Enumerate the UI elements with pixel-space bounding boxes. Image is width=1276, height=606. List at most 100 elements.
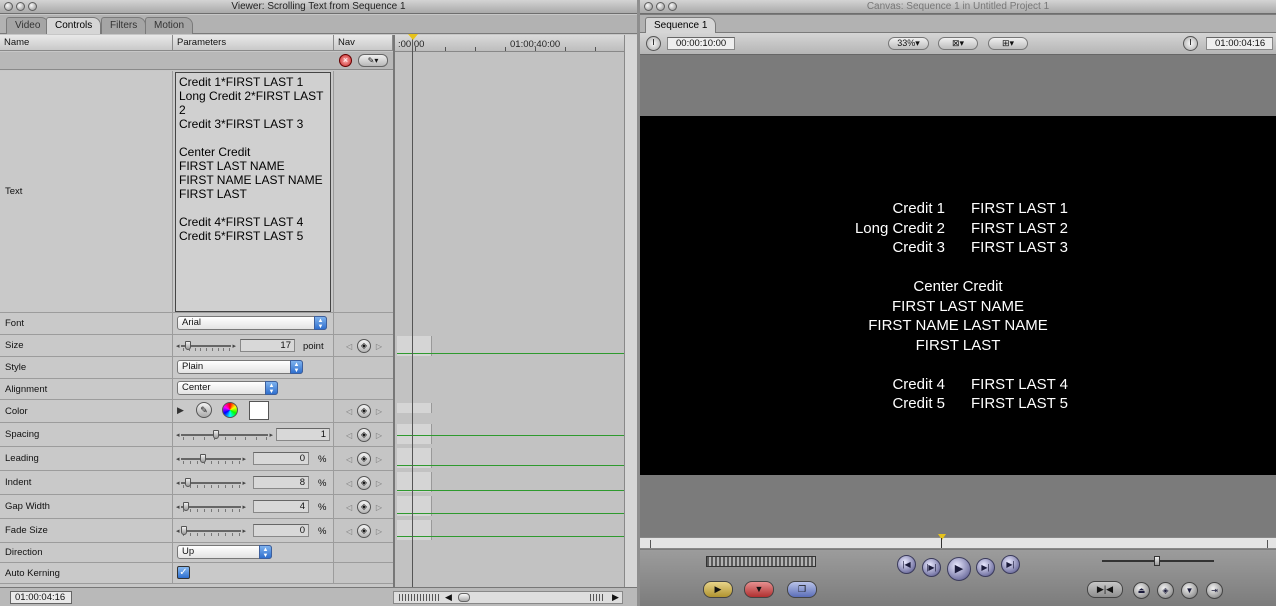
scroll-thumb[interactable]: [458, 593, 470, 602]
tab-sequence-1[interactable]: Sequence 1: [645, 17, 717, 33]
fade-size-slider[interactable]: ◂ ▸: [176, 526, 246, 536]
timeline-ruler[interactable]: :00:00 01:00:40:00: [395, 35, 626, 52]
playhead-marker-icon[interactable]: [408, 34, 418, 40]
text-line: Credit 3*FIRST LAST 3: [179, 117, 304, 131]
viewer-title: Viewer: Scrolling Text from Sequence 1: [231, 1, 406, 12]
canvas-scrubber-bar[interactable]: [640, 534, 1276, 549]
zoom-window-icon[interactable]: [28, 2, 37, 11]
spacing-field[interactable]: 1: [276, 428, 330, 441]
tab-video[interactable]: Video: [6, 17, 50, 34]
leading-keyframe-nav[interactable]: ◁ ◈ ▷: [346, 451, 382, 466]
match-frame-button[interactable]: ▶|◀: [1087, 581, 1123, 598]
play-in-to-out-icon[interactable]: |▶|: [922, 558, 941, 577]
disclosure-triangle-icon[interactable]: ▶: [177, 405, 184, 416]
center-credit-line: Center Credit: [913, 278, 1003, 295]
size-field[interactable]: 17: [240, 339, 295, 352]
size-unit: point: [303, 341, 324, 352]
zoom-control[interactable]: [590, 594, 604, 601]
fade-size-field[interactable]: 0: [253, 524, 309, 537]
font-select[interactable]: Arial ▲ ▼: [177, 316, 327, 330]
param-row-alignment: Alignment Center ▲ ▼: [0, 379, 393, 400]
param-row-fade-size: Fade Size ◂ ▸ 0 % ◁ ◈ ▷: [0, 519, 393, 543]
viewer-timecode-field[interactable]: 01:00:04:16: [10, 591, 72, 604]
canvas-playhead-icon[interactable]: [938, 534, 946, 540]
overwrite-edit-button[interactable]: ▼: [744, 581, 774, 598]
jog-control[interactable]: [1102, 556, 1214, 566]
column-header-parameters[interactable]: Parameters: [173, 35, 334, 51]
go-to-previous-edit-icon[interactable]: |◀: [897, 555, 916, 574]
credit-name: FIRST LAST 2: [971, 219, 1068, 237]
viewer-playhead[interactable]: [412, 35, 413, 587]
timeline-horizontal-scrollbar[interactable]: ◀ ▶: [393, 591, 623, 604]
view-select[interactable]: ⊠▾: [938, 37, 978, 50]
auto-kerning-checkbox[interactable]: ✓: [177, 566, 190, 579]
scroll-right-icon[interactable]: ▶: [612, 592, 619, 603]
indent-keyframe-nav[interactable]: ◁ ◈ ▷: [346, 475, 382, 490]
slider-thumb[interactable]: [185, 341, 192, 350]
minimize-window-icon[interactable]: [656, 2, 665, 11]
column-header-nav[interactable]: Nav: [334, 35, 393, 51]
text-field[interactable]: Credit 1*FIRST LAST 1 Long Credit 2*FIRST…: [175, 72, 331, 312]
minimize-window-icon[interactable]: [16, 2, 25, 11]
reset-icon[interactable]: ×: [339, 54, 352, 67]
style-select[interactable]: Plain ▲ ▼: [177, 360, 303, 374]
slider-thumb[interactable]: [181, 526, 187, 535]
keyframe-timeline[interactable]: :00:00 01:00:40:00: [393, 34, 626, 587]
gap-width-field[interactable]: 4: [253, 500, 309, 513]
scroll-left-icon[interactable]: ◀: [445, 592, 452, 603]
display-select[interactable]: ⊞▾: [988, 37, 1028, 50]
gap-width-slider[interactable]: ◂ ▸: [176, 502, 246, 512]
canvas-title-bar[interactable]: Canvas: Sequence 1 in Untitled Project 1: [640, 0, 1276, 14]
text-line: Credit 4*FIRST LAST 4: [179, 215, 304, 229]
add-marker-icon[interactable]: ▼: [1181, 582, 1198, 599]
duration-timecode-field[interactable]: 00:00:10:00: [667, 37, 735, 50]
size-keyframe-nav[interactable]: ◁ ◈ ▷: [346, 338, 382, 353]
color-keyframe-nav[interactable]: ◁ ◈ ▷: [346, 404, 382, 418]
fade-size-keyframe-nav[interactable]: ◁ ◈ ▷: [346, 523, 382, 538]
eyedropper-icon[interactable]: ✎: [196, 402, 212, 418]
slider-thumb[interactable]: [213, 430, 220, 439]
zoom-window-icon[interactable]: [668, 2, 677, 11]
shuttle-control[interactable]: [706, 556, 816, 567]
direction-select[interactable]: Up ▲ ▼: [177, 545, 272, 559]
viewer-vertical-scrollbar[interactable]: [624, 35, 637, 587]
zoom-select[interactable]: 33%▾: [888, 37, 929, 50]
indent-field[interactable]: 8: [253, 476, 309, 489]
alignment-select[interactable]: Center ▲ ▼: [177, 381, 278, 395]
play-icon[interactable]: ▶: [947, 557, 971, 581]
replace-edit-button[interactable]: ❐: [787, 581, 817, 598]
size-slider[interactable]: ◂ ▸: [176, 341, 236, 351]
zoom-slider[interactable]: [399, 594, 439, 601]
tab-filters[interactable]: Filters: [101, 17, 147, 34]
spacing-keyframe-nav[interactable]: ◁ ◈ ▷: [346, 427, 382, 442]
center-credit-line: FIRST NAME LAST NAME: [868, 317, 1048, 334]
indent-slider[interactable]: ◂ ▸: [176, 478, 246, 488]
slider-thumb[interactable]: [183, 502, 190, 511]
close-window-icon[interactable]: [4, 2, 13, 11]
canvas-playhead[interactable]: [941, 538, 942, 548]
color-swatch[interactable]: [249, 401, 269, 420]
current-timecode-field[interactable]: 01:00:04:16: [1206, 37, 1273, 50]
mark-in-icon[interactable]: ⇥: [1206, 582, 1223, 599]
gap-width-keyframe-nav[interactable]: ◁ ◈ ▷: [346, 499, 382, 514]
spacing-slider[interactable]: ◂ ▸: [176, 430, 273, 440]
go-to-next-edit-icon[interactable]: ▶|: [1001, 555, 1020, 574]
play-around-current-icon[interactable]: ▶|: [976, 558, 995, 577]
text-line: Credit 1*FIRST LAST 1: [179, 75, 304, 89]
canvas-video-frame[interactable]: Credit 1 FIRST LAST 1 Long Credit 2 FIRST L…: [640, 116, 1276, 475]
tab-motion[interactable]: Motion: [145, 17, 194, 34]
mark-clip-icon[interactable]: ⏏: [1133, 582, 1150, 599]
insert-edit-button[interactable]: ▶: [703, 581, 733, 598]
close-window-icon[interactable]: [644, 2, 653, 11]
color-picker-icon[interactable]: [222, 402, 238, 418]
add-keyframe-icon[interactable]: ◈: [1157, 582, 1174, 599]
viewer-window: Viewer: Scrolling Text from Sequence 1 V…: [0, 0, 637, 606]
slider-thumb[interactable]: [185, 478, 192, 487]
column-header-name[interactable]: Name: [0, 35, 173, 51]
leading-slider[interactable]: ◂ ▸: [176, 454, 246, 464]
slider-thumb[interactable]: [199, 454, 206, 463]
viewer-title-bar[interactable]: Viewer: Scrolling Text from Sequence 1: [0, 0, 637, 14]
nav-menu-icon[interactable]: ✎▾: [358, 54, 388, 67]
tab-controls[interactable]: Controls: [46, 17, 102, 34]
leading-field[interactable]: 0: [253, 452, 309, 465]
